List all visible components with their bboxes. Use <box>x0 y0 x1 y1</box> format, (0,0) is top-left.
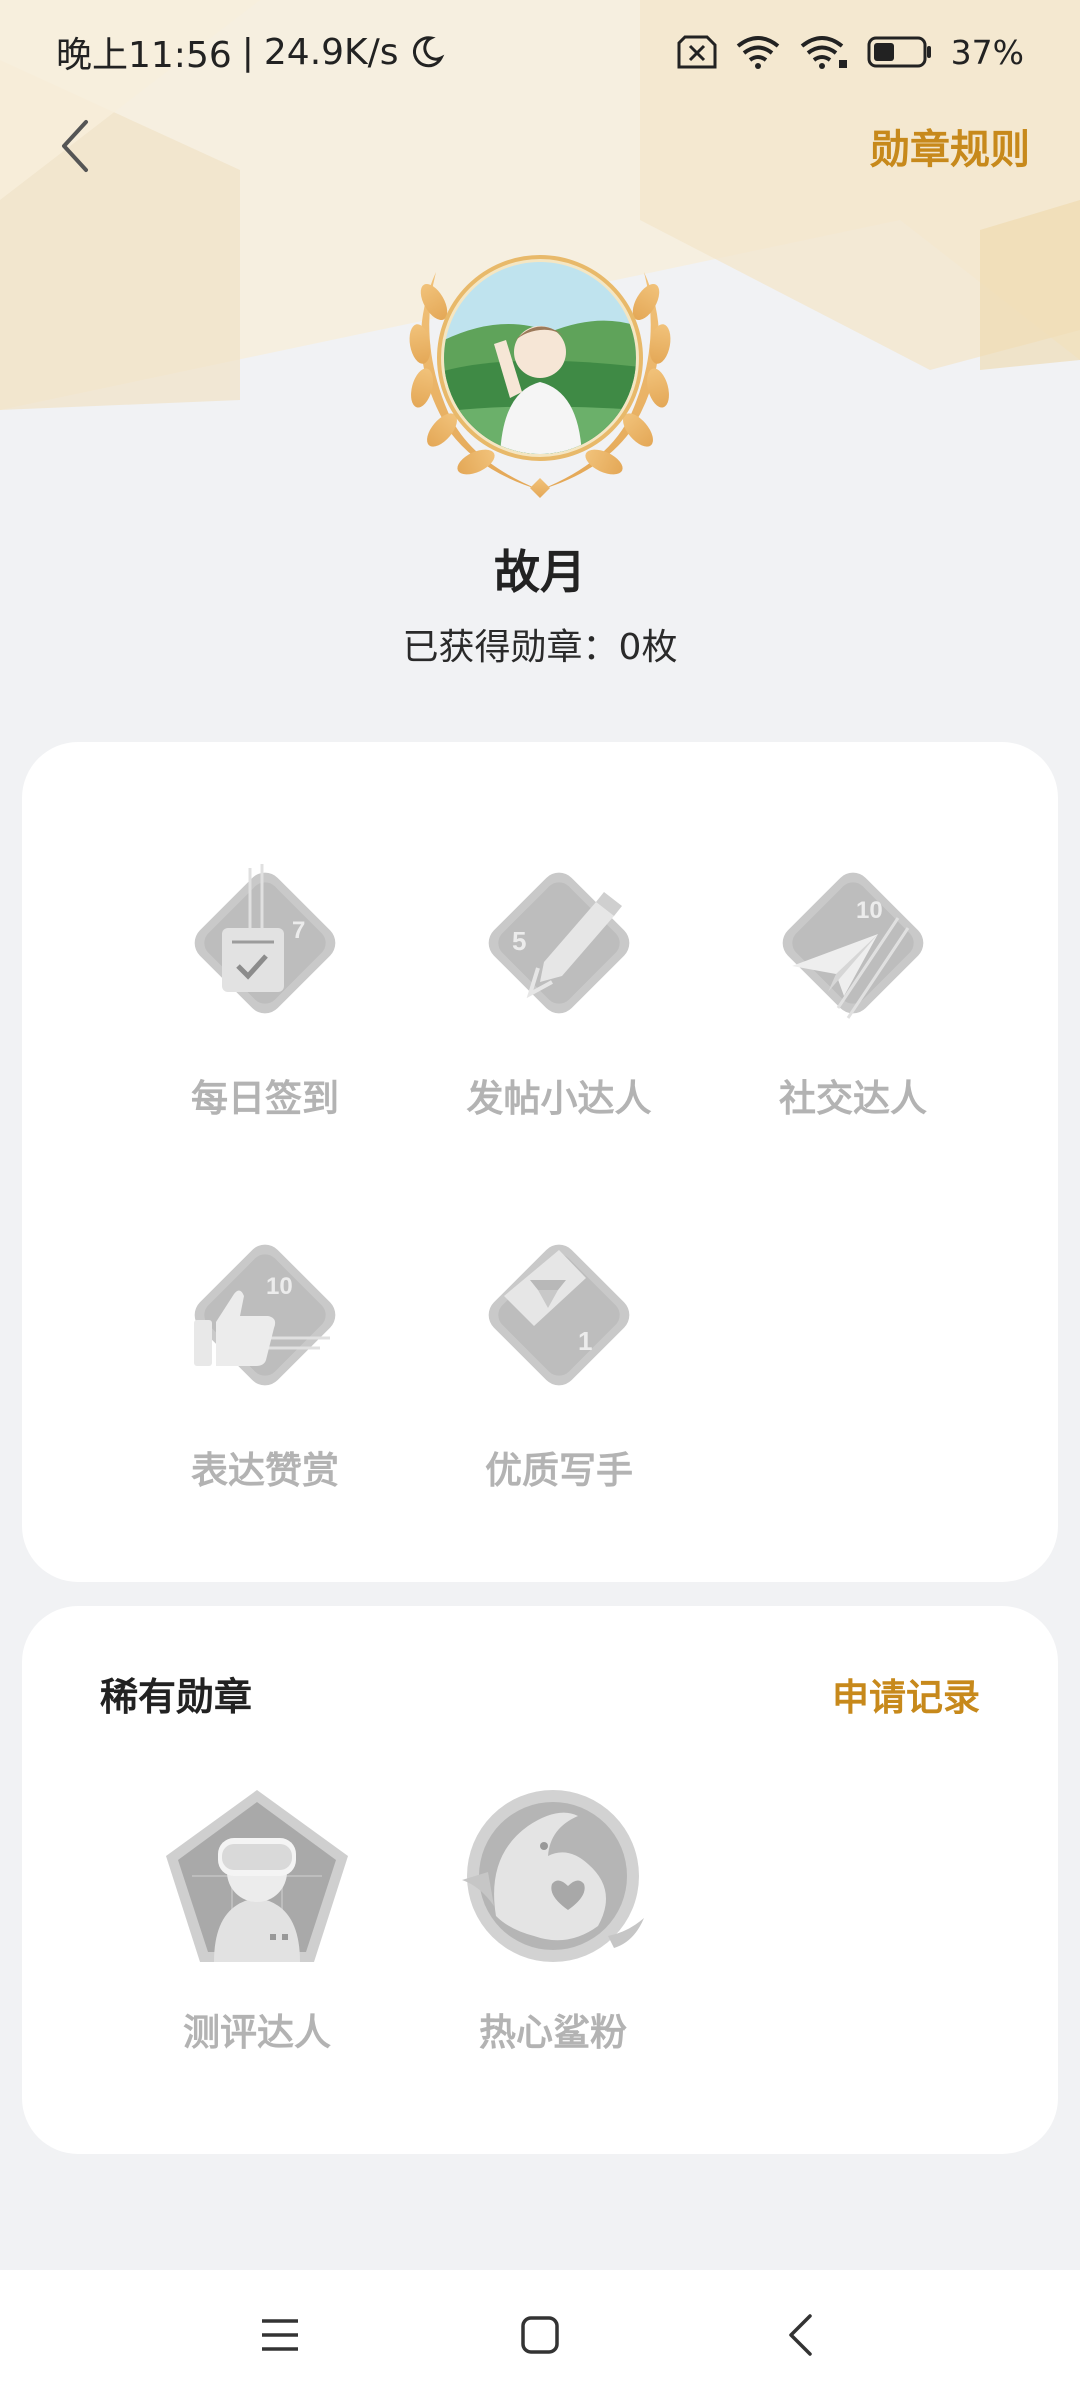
badge-appreciation[interactable]: 10 表达赞赏 <box>155 1230 375 1494</box>
menu-icon <box>262 2319 298 2351</box>
status-divider: | <box>241 31 254 73</box>
earned-badge-count: 已获得勋章：0枚 <box>402 627 678 668</box>
badge-label: 表达赞赏 <box>191 1449 339 1492</box>
rare-badge-header: 稀有勋章 申请记录 <box>100 1666 980 1721</box>
rare-badge-card: 稀有勋章 申请记录 测评达人 热心鲨粉 <box>22 1606 1058 2154</box>
back-arrow-icon <box>789 2314 812 2356</box>
diamond-icon: 1 <box>488 1244 630 1386</box>
system-back-button[interactable] <box>770 2305 830 2365</box>
profile-header: 故月 已获得勋章：0枚 <box>0 232 1080 670</box>
badge-shark-fan[interactable]: 热心鲨粉 <box>443 1786 663 2056</box>
battery-icon <box>867 36 931 68</box>
appreciation-count-number: 10 <box>266 1273 293 1300</box>
status-time: 晚上11:56 <box>56 35 232 76</box>
badge-label: 发帖小达人 <box>466 1077 652 1120</box>
wifi-icon <box>736 36 779 69</box>
moon-icon <box>412 36 444 68</box>
badge-daily-checkin[interactable]: 7 每日签到 <box>155 858 375 1122</box>
post-pen-icon: 5 <box>488 872 630 1014</box>
status-right: 37% <box>677 33 1024 72</box>
system-nav-bar <box>0 2270 1080 2400</box>
badge-rules-link[interactable]: 勋章规则 <box>870 117 1030 175</box>
badge-label: 热心鲨粉 <box>479 2011 627 2054</box>
status-left: 晚上11:56 | 24.9K/s <box>56 26 445 78</box>
social-count-number: 10 <box>856 897 883 924</box>
badge-quality-writer[interactable]: 1 优质写手 <box>449 1230 669 1494</box>
badge-label: 社交达人 <box>779 1077 927 1120</box>
home-square-icon <box>521 2316 559 2354</box>
battery-percent: 37% <box>950 32 1024 72</box>
avatar-laurel-frame <box>409 255 671 498</box>
apply-record-link[interactable]: 申请记录 <box>832 1667 980 1721</box>
badge-label: 测评达人 <box>183 2011 331 2054</box>
badge-post-master[interactable]: 5 发帖小达人 <box>449 858 669 1122</box>
badge-label: 优质写手 <box>485 1449 633 1492</box>
username: 故月 <box>494 545 586 599</box>
nav-bar: 勋章规则 <box>0 104 1080 188</box>
badge-label: 每日签到 <box>191 1077 339 1120</box>
badge-social-master[interactable]: 10 社交达人 <box>743 858 963 1122</box>
badge-reviewer[interactable]: 测评达人 <box>147 1786 367 2056</box>
paper-plane-icon: 10 <box>782 872 924 1019</box>
shark-heart-icon <box>462 1790 644 1962</box>
chevron-left-icon <box>62 120 88 172</box>
back-button[interactable] <box>56 114 120 178</box>
badge-card: 7 每日签到 5 发帖小达人 10 社交达人 10 表达赞赏 1 优质写手 <box>22 742 1058 1582</box>
writer-level-number: 1 <box>578 1326 592 1356</box>
no-sim-icon <box>677 35 717 69</box>
checkin-day-number: 7 <box>292 917 305 944</box>
menu-button[interactable] <box>250 2305 310 2365</box>
thumbs-up-icon: 10 <box>194 1244 336 1386</box>
status-network-speed: 24.9K/s <box>263 31 399 73</box>
badge-grid: 7 每日签到 5 发帖小达人 10 社交达人 10 表达赞赏 1 优质写手 <box>22 742 1058 1582</box>
checkin-calendar-icon: 7 <box>194 864 336 1014</box>
status-bar: 晚上11:56 | 24.9K/s 37% <box>0 0 1080 104</box>
home-button[interactable] <box>510 2305 570 2365</box>
wifi-secondary-icon <box>800 36 847 69</box>
vr-headset-reviewer-icon <box>166 1790 348 1962</box>
rare-badge-title: 稀有勋章 <box>100 1675 253 1719</box>
post-count-number: 5 <box>512 926 526 956</box>
